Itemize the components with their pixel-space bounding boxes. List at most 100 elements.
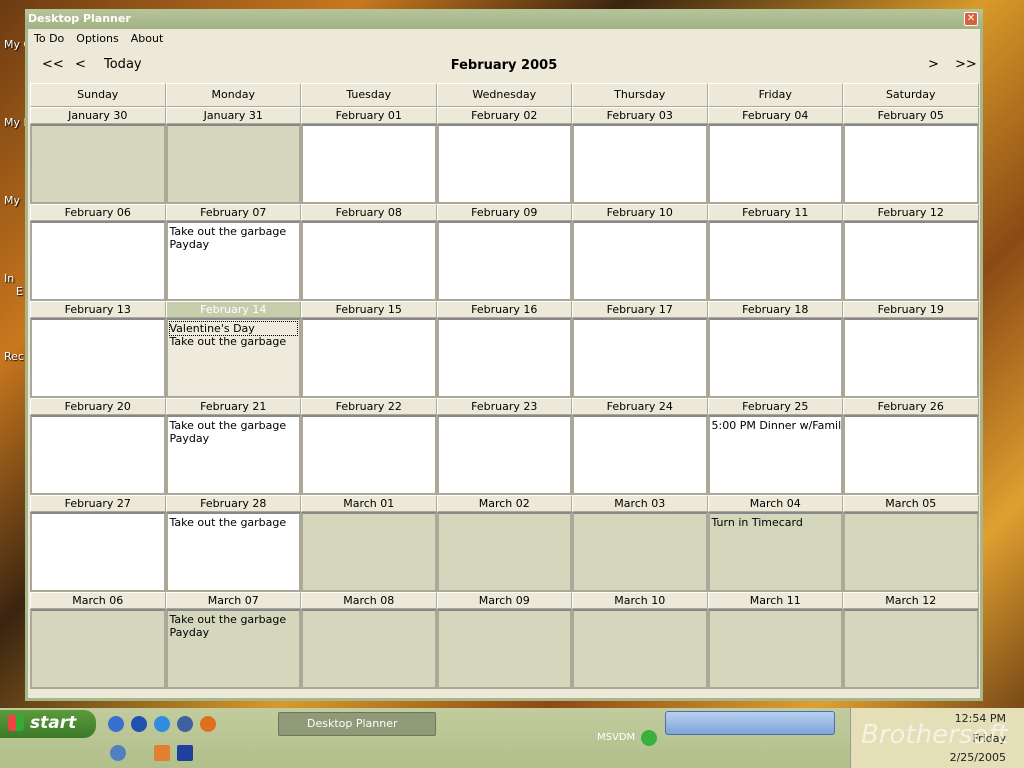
day-cell[interactable] <box>436 221 572 301</box>
desktop-icon-label[interactable]: Rec <box>4 350 24 363</box>
date-header[interactable]: March 03 <box>572 495 708 512</box>
day-cell[interactable]: Turn in Timecard <box>707 512 843 592</box>
date-header[interactable]: February 17 <box>572 301 708 318</box>
date-header[interactable]: February 01 <box>301 107 437 124</box>
day-cell[interactable] <box>843 512 979 592</box>
date-header[interactable]: March 08 <box>301 592 437 609</box>
day-cell[interactable]: Take out the garbage Payday <box>165 609 301 689</box>
event-item[interactable]: Take out the garbage <box>170 335 298 348</box>
date-header[interactable]: February 15 <box>301 301 437 318</box>
day-cell[interactable] <box>572 512 708 592</box>
date-header[interactable]: February 16 <box>436 301 572 318</box>
day-cell[interactable]: Take out the garbage Payday <box>165 415 301 495</box>
day-cell[interactable] <box>30 415 166 495</box>
event-item[interactable]: Take out the garbage <box>170 516 298 529</box>
date-header[interactable]: February 10 <box>572 204 708 221</box>
menu-todo[interactable]: To Do <box>34 32 64 48</box>
day-cell[interactable] <box>572 609 708 689</box>
day-cell[interactable] <box>843 415 979 495</box>
msvdm-icon[interactable] <box>641 730 657 746</box>
date-header[interactable]: February 20 <box>30 398 166 415</box>
date-header[interactable]: February 23 <box>436 398 572 415</box>
event-item[interactable]: Take out the garbage <box>170 419 298 432</box>
date-header[interactable]: March 02 <box>436 495 572 512</box>
date-header[interactable]: February 19 <box>843 301 979 318</box>
day-cell[interactable] <box>843 609 979 689</box>
date-header[interactable]: February 14 <box>165 301 301 318</box>
event-item[interactable]: Payday <box>170 432 298 445</box>
date-header[interactable]: February 26 <box>843 398 979 415</box>
media-player-toolbar[interactable] <box>665 711 835 735</box>
day-cell[interactable] <box>30 609 166 689</box>
title-bar[interactable]: Desktop Planner ✕ <box>25 9 983 29</box>
date-header[interactable]: February 03 <box>572 107 708 124</box>
menu-options[interactable]: Options <box>76 32 118 48</box>
day-cell[interactable] <box>707 318 843 398</box>
event-item[interactable]: Valentine's Day <box>168 321 298 336</box>
date-header[interactable]: February 25 <box>707 398 843 415</box>
media-player-icon[interactable] <box>131 716 147 732</box>
menu-about[interactable]: About <box>131 32 164 48</box>
day-cell[interactable] <box>30 318 166 398</box>
day-cell[interactable]: Take out the garbage <box>165 512 301 592</box>
start-button[interactable]: start <box>0 710 96 738</box>
firefox-icon[interactable] <box>200 716 216 732</box>
date-header[interactable]: February 12 <box>843 204 979 221</box>
date-header[interactable]: February 04 <box>707 107 843 124</box>
date-header[interactable]: February 28 <box>165 495 301 512</box>
date-header[interactable]: March 05 <box>843 495 979 512</box>
event-item[interactable]: 5:00 PM Dinner w/Family <box>712 419 842 432</box>
day-cell[interactable] <box>843 124 979 204</box>
event-item[interactable]: Payday <box>170 238 298 251</box>
msvdm-label[interactable]: MSVDM <box>597 732 635 743</box>
day-cell[interactable] <box>165 124 301 204</box>
day-cell[interactable] <box>301 415 437 495</box>
quicklaunch-icon[interactable] <box>154 745 170 761</box>
event-item[interactable]: Take out the garbage <box>170 613 298 626</box>
date-header[interactable]: February 24 <box>572 398 708 415</box>
date-header[interactable]: March 06 <box>30 592 166 609</box>
date-header[interactable]: February 07 <box>165 204 301 221</box>
day-cell[interactable] <box>572 415 708 495</box>
event-item[interactable]: Payday <box>170 626 298 639</box>
day-cell[interactable] <box>707 221 843 301</box>
date-header[interactable]: January 30 <box>30 107 166 124</box>
day-cell[interactable] <box>843 221 979 301</box>
day-cell[interactable] <box>707 609 843 689</box>
internet-explorer-icon[interactable] <box>154 716 170 732</box>
date-header[interactable]: March 07 <box>165 592 301 609</box>
day-cell[interactable] <box>572 318 708 398</box>
date-header[interactable]: March 09 <box>436 592 572 609</box>
desktop-icon-label[interactable]: E <box>16 285 23 298</box>
quicklaunch-icon[interactable] <box>177 745 193 761</box>
date-header[interactable]: February 11 <box>707 204 843 221</box>
next-year-button[interactable]: >> <box>955 57 977 72</box>
date-header[interactable]: February 05 <box>843 107 979 124</box>
quicklaunch-icon[interactable] <box>110 745 126 761</box>
day-cell[interactable] <box>301 318 437 398</box>
event-item[interactable]: Turn in Timecard <box>712 516 840 529</box>
date-header[interactable]: January 31 <box>165 107 301 124</box>
day-cell[interactable] <box>301 609 437 689</box>
day-cell[interactable] <box>30 124 166 204</box>
date-header[interactable]: March 10 <box>572 592 708 609</box>
day-cell[interactable]: Valentine's Day Take out the garbage <box>165 318 301 398</box>
day-cell[interactable] <box>30 512 166 592</box>
quicklaunch-icon[interactable] <box>177 716 193 732</box>
day-cell[interactable] <box>707 124 843 204</box>
day-cell[interactable] <box>572 124 708 204</box>
day-cell[interactable]: 5:00 PM Dinner w/Family <box>707 415 843 495</box>
day-cell[interactable]: Take out the garbage Payday <box>165 221 301 301</box>
day-cell[interactable] <box>436 609 572 689</box>
date-header[interactable]: February 27 <box>30 495 166 512</box>
next-month-button[interactable]: > <box>928 57 939 72</box>
date-header[interactable]: March 11 <box>707 592 843 609</box>
day-cell[interactable] <box>30 221 166 301</box>
date-header[interactable]: March 04 <box>707 495 843 512</box>
desktop-icon-label[interactable]: In <box>4 272 14 285</box>
date-header[interactable]: February 13 <box>30 301 166 318</box>
day-cell[interactable] <box>301 221 437 301</box>
desktop-icon-label[interactable]: My <box>4 194 20 207</box>
date-header[interactable]: February 02 <box>436 107 572 124</box>
date-header[interactable]: February 18 <box>707 301 843 318</box>
